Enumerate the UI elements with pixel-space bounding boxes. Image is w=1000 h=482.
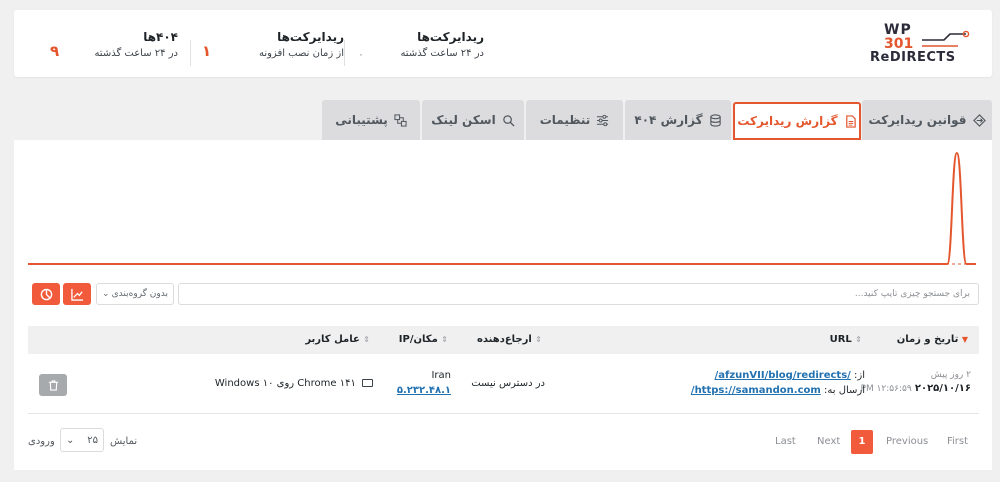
stat-value: ۱ [202,42,212,60]
tab-support[interactable]: پشتیبانی [322,100,420,140]
line-chart-button[interactable] [63,283,91,305]
tab-label: گزارش ۴۰۴ [634,113,703,127]
tab-label: گزارش ریدایرکت [737,114,838,128]
date-relative: ۲ روز پیش [930,370,971,380]
user-agent-text: Chrome ۱۴۱ روی Windows ۱۰ [214,378,356,389]
table-row: ۲ روز پیش ۲۰۲۵/۱۰/۱۶ PM ۱۲:۵۶:۵۹ از: /af… [28,362,979,414]
stat-redirects-total: ریدایرکت‌ها از زمان نصب افزونه [259,30,344,59]
from-label: از: [854,370,865,381]
pagination-previous[interactable]: Previous [886,430,928,454]
support-icon [394,113,407,127]
stat-subtitle: در ۲۴ ساعت گذشته [400,48,484,59]
column-label: عامل کاربر [305,334,360,345]
logo-lines-icon [922,30,970,47]
tab-label: تنظیمات [539,113,591,127]
tab-bar: قوانین ریدایرکت گزارش ریدایرکت گزارش ۴۰۴… [14,100,992,140]
entries-label: ورودی [28,436,55,447]
show-label: نمایش [110,436,138,447]
divider [344,40,345,66]
tab-settings[interactable]: تنظیمات [526,100,623,140]
column-location-ip[interactable]: ⇕ مکان/IP [399,326,451,354]
to-url-link[interactable]: https://samandon.com/ [691,385,821,396]
column-date[interactable]: ▼ تاریخ و زمان [897,326,971,354]
ip-link[interactable]: ۵.۲۳۲.۴۸.۱ [397,385,451,396]
date-value: ۲۰۲۵/۱۰/۱۶ [914,383,971,394]
pagination-first[interactable]: First [947,430,968,454]
stat-title: ریدایرکت‌ها [277,30,344,44]
column-label: URL [829,334,852,345]
stat-subtitle: در ۲۴ ساعت گذشته [94,48,178,59]
from-url-link[interactable]: /afzunVII/blog/redirects/ [715,370,851,381]
column-user-agent[interactable]: ⇕ عامل کاربر [305,326,373,354]
divider [190,40,191,66]
redirect-icon [972,113,986,127]
column-label: ارجاع‌دهنده [477,334,532,345]
redirect-chart [27,151,976,265]
stat-title: ۴۰۴‌ها [143,30,178,44]
wp301-logo: WP 301 ReDIRECTS [870,22,972,66]
delete-button[interactable] [39,374,67,396]
sliders-icon [597,114,609,126]
tab-link-scan[interactable]: اسکن لینک [422,100,524,140]
monitor-icon [362,379,373,387]
tab-label: اسکن لینک [431,113,496,127]
to-label: ارسال به: [824,385,865,396]
logo-redirects-text: ReDIRECTS [870,50,956,65]
chevron-down-icon: ⌄ [66,434,75,446]
stat-subtitle: از زمان نصب افزونه [258,48,344,59]
cell-referrer: در دسترس نیست [471,378,545,389]
stat-value: ۹ [50,42,60,60]
time-value: PM ۱۲:۵۶:۵۹ [860,384,912,394]
stat-redirects-24h: ریدایرکت‌ها در ۲۴ ساعت گذشته [400,30,484,59]
column-url[interactable]: ⇕ URL [830,326,865,354]
column-label: تاریخ و زمان [896,334,959,345]
per-page-value: ۲۵ [87,434,98,446]
column-referrer[interactable]: ⇕ ارجاع‌دهنده [477,326,545,354]
sort-icon: ⇕ [363,335,370,344]
tab-label: پشتیبانی [335,113,388,127]
pie-chart-button[interactable] [32,283,60,305]
search-icon [502,114,515,127]
country: Iran [431,370,451,381]
trash-icon [48,379,58,391]
tab-redirect-report[interactable]: گزارش ریدایرکت [733,102,861,140]
pagination-last[interactable]: Last [775,430,796,454]
search-input[interactable]: برای جستجو چیزی تایپ کنید... [178,283,979,305]
column-label: مکان/IP [398,334,438,345]
chart-series-line [27,151,976,265]
tab-redirect-rules[interactable]: قوانین ریدایرکت [862,100,992,140]
sort-icon: ⇕ [855,335,862,344]
sort-icon: ⇕ [441,335,448,344]
stat-404-24h: ۴۰۴‌ها در ۲۴ ساعت گذشته [94,30,178,59]
cell-date: ۲ روز پیش ۲۰۲۵/۱۰/۱۶ PM ۱۲:۵۶:۵۹ [861,370,971,394]
table-header: ▼ تاریخ و زمان ⇕ URL ⇕ ارجاع‌دهنده ⇕ مکا… [28,326,979,354]
pagination-current[interactable]: 1 [851,430,873,454]
document-icon [845,114,856,128]
chevron-down-icon: ⌄ [102,289,110,299]
database-icon [709,113,721,127]
header-bar: WP 301 ReDIRECTS ریدایرکت‌ها در ۲۴ ساعت … [14,10,992,77]
chart-icon [70,288,83,301]
cell-url: از: /afzunVII/blog/redirects/ ارسال به: … [691,370,865,396]
sort-down-icon: ▼ [961,335,968,344]
tab-label: قوانین ریدایرکت [868,113,967,127]
cell-user-agent: Chrome ۱۴۱ روی Windows ۱۰ [215,378,373,389]
pagination-next[interactable]: Next [817,430,840,454]
sort-icon: ⇕ [535,335,542,344]
stat-title: ریدایرکت‌ها [417,30,484,44]
pie-icon [40,288,52,300]
group-by-select[interactable]: بدون گروه‌بندی ⌄ [96,283,174,305]
cell-location: Iran ۵.۲۳۲.۴۸.۱ [397,370,451,396]
stat-value: ۰ [358,48,364,61]
group-by-label: بدون گروه‌بندی [111,289,168,299]
per-page-select[interactable]: ⌄ ۲۵ [60,428,104,452]
main-panel: قوانین ریدایرکت گزارش ریدایرکت گزارش ۴۰۴… [14,100,992,470]
tab-404-report[interactable]: گزارش ۴۰۴ [625,100,731,140]
